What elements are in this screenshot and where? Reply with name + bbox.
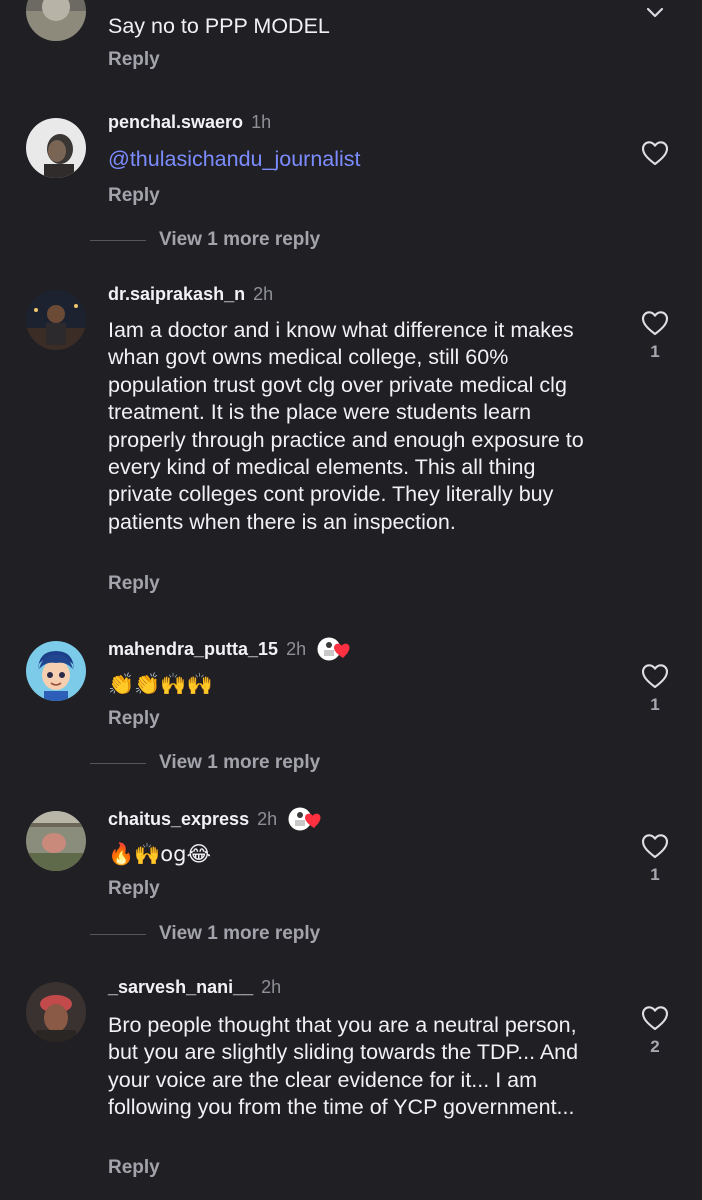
heart-outline-icon [641, 1006, 669, 1031]
view-replies-label: View 1 more reply [159, 752, 321, 773]
view-more-replies-button[interactable]: View 1 more reply [90, 923, 320, 945]
creator-heart-icon [287, 806, 323, 832]
comment-text: @thulasichandu_journalist [108, 146, 608, 173]
like-count: 1 [650, 695, 660, 714]
comment-time: 2h [257, 808, 278, 829]
comment-time: 2h [253, 284, 274, 304]
like-count: 1 [650, 865, 660, 884]
reply-button[interactable]: Reply [108, 878, 160, 900]
avatar[interactable] [26, 982, 86, 1042]
divider [90, 239, 146, 241]
username[interactable]: mahendra_putta_15 [108, 639, 278, 660]
username[interactable]: _sarvesh_nani__ [108, 977, 253, 998]
divider [90, 762, 146, 764]
comment-text: Iam a doctor and i know what difference … [108, 318, 584, 534]
emoji-text: 🔥🙌og😂 [108, 842, 212, 866]
avatar[interactable] [26, 118, 86, 178]
view-replies-label: View 1 more reply [159, 229, 321, 250]
avatar[interactable] [26, 641, 86, 701]
like-count: 2 [650, 1037, 660, 1056]
comment-text: Bro people thought that you are a neutra… [108, 1013, 579, 1120]
creator-heart-icon [316, 636, 352, 662]
view-more-replies-button[interactable]: View 1 more reply [90, 752, 320, 774]
view-replies-label: View 1 more reply [159, 923, 321, 944]
comment-time: 1h [251, 112, 272, 132]
comment-text: 🔥🙌og😂 [108, 841, 608, 868]
like-button[interactable]: 2 [638, 1005, 672, 1057]
comment-text: 👏👏🙌🙌 [108, 671, 608, 698]
like-button[interactable]: 1 [638, 833, 672, 885]
heart-outline-icon [641, 311, 669, 336]
comments-list: Say no to PPP MODEL Reply penchal.swaero… [0, 0, 702, 1200]
comment-time: 2h [261, 977, 282, 997]
like-button[interactable]: 1 [638, 310, 672, 362]
reply-button[interactable]: Reply [108, 573, 160, 595]
heart-outline-icon [641, 834, 669, 859]
comment-time: 2h [286, 638, 307, 659]
like-button[interactable]: 1 [638, 663, 672, 715]
reply-button[interactable]: Reply [108, 49, 160, 71]
like-button[interactable] [638, 7, 672, 19]
reply-button[interactable]: Reply [108, 185, 160, 207]
heart-outline-icon [641, 141, 669, 166]
username[interactable]: penchal.swaero [108, 112, 243, 133]
comment-text: Say no to PPP MODEL [108, 14, 330, 38]
like-button[interactable] [638, 140, 672, 172]
reply-button[interactable]: Reply [108, 1157, 160, 1179]
username[interactable]: chaitus_express [108, 809, 249, 830]
avatar[interactable] [26, 0, 86, 41]
emoji-text: 👏👏🙌🙌 [108, 672, 213, 696]
heart-outline-icon [641, 664, 669, 689]
username[interactable]: dr.saiprakash_n [108, 284, 245, 305]
avatar[interactable] [26, 290, 86, 350]
avatar[interactable] [26, 811, 86, 871]
view-more-replies-button[interactable]: View 1 more reply [90, 229, 320, 251]
mention-link[interactable]: @thulasichandu_journalist [108, 147, 361, 171]
like-count: 1 [650, 342, 660, 361]
chevron-down-icon [646, 7, 664, 18]
divider [90, 933, 146, 935]
reply-button[interactable]: Reply [108, 708, 160, 730]
